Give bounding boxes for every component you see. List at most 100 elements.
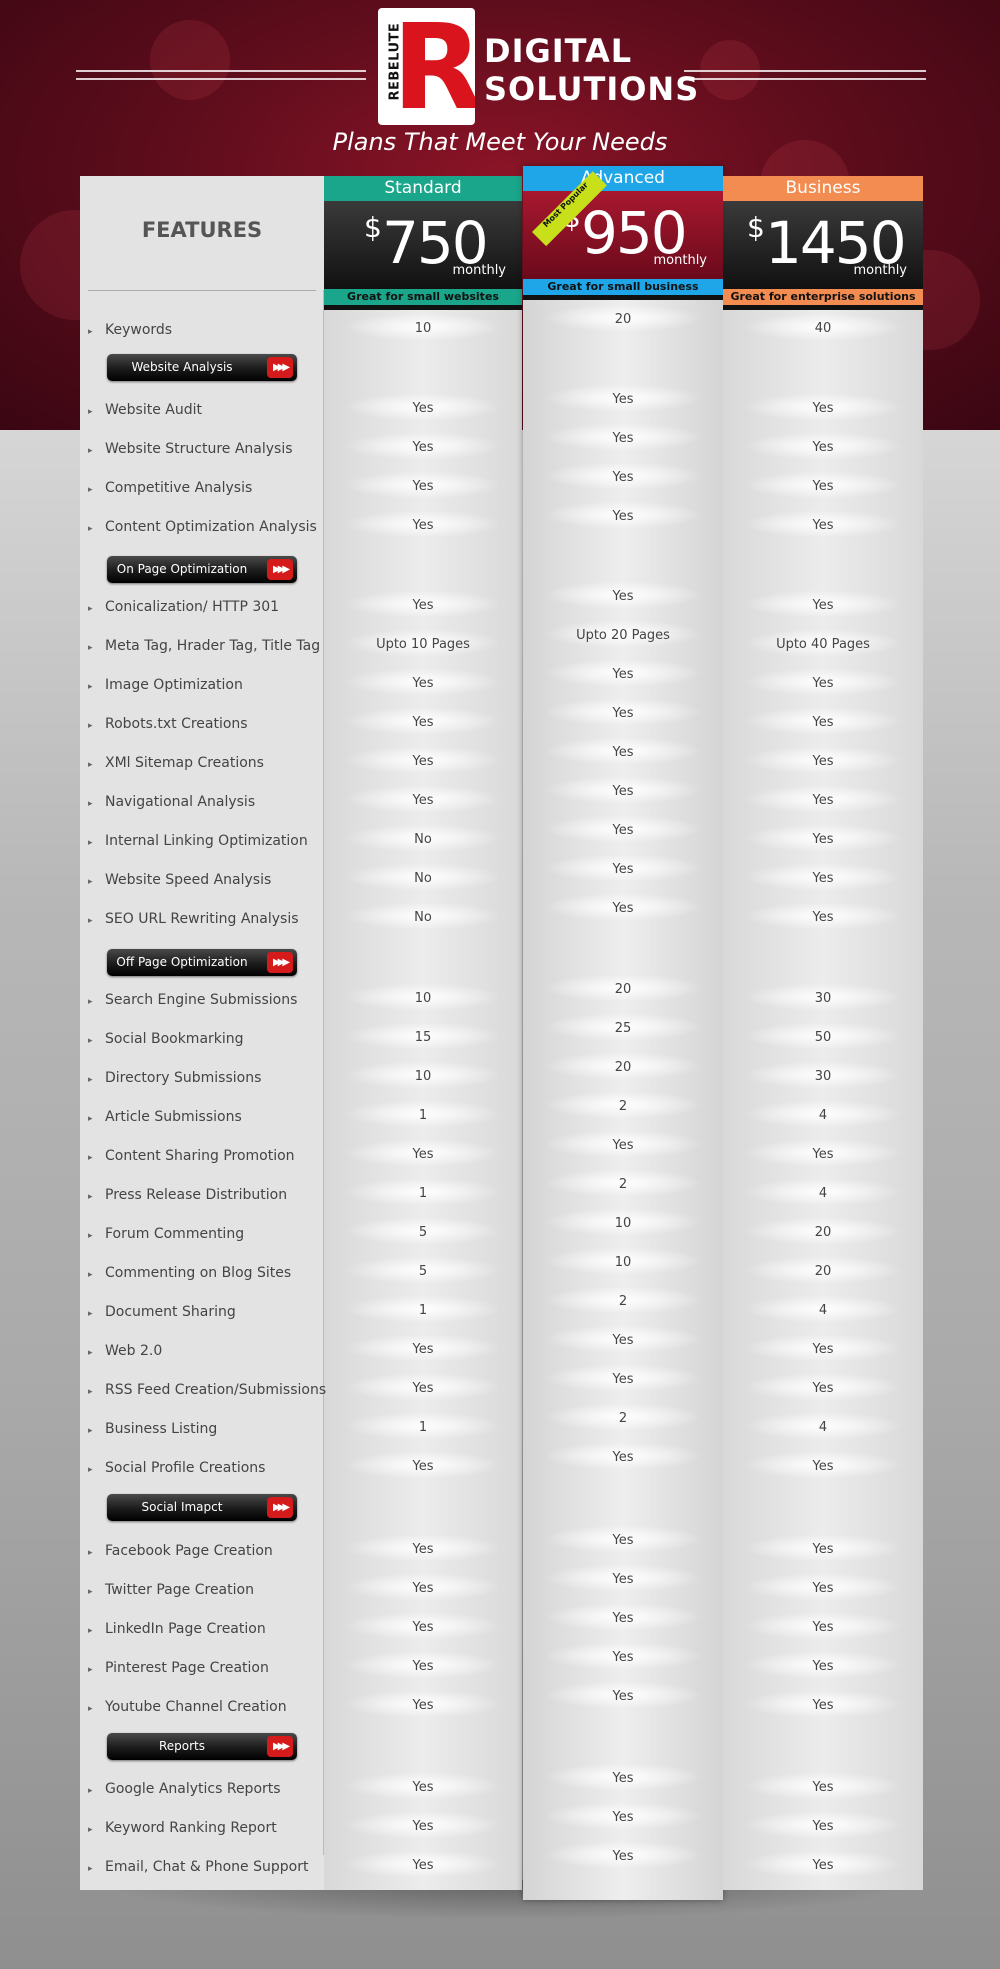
feature-label-text: Twitter Page Creation bbox=[105, 1582, 254, 1598]
plan-value-advanced: Yes bbox=[612, 509, 634, 524]
plan-value-business: 30 bbox=[814, 991, 832, 1006]
plan-value-business: Yes bbox=[812, 832, 834, 847]
plan-value-standard: Yes bbox=[412, 1698, 434, 1713]
section-header-on-page-optimization: On Page Optimization ▶▶▶ bbox=[107, 556, 297, 583]
plan-value-standard: Yes bbox=[412, 440, 434, 455]
plan-value-business: Yes bbox=[812, 1381, 834, 1396]
plan-value-standard: 5 bbox=[418, 1264, 428, 1279]
bullet-icon: ▸ bbox=[88, 1036, 93, 1046]
plan-value-business: Yes bbox=[812, 871, 834, 886]
feature-label: ▸ Google Analytics Reports bbox=[88, 1781, 328, 1797]
plan-value-standard: Upto 10 Pages bbox=[376, 637, 470, 652]
plan-header-underline bbox=[523, 295, 723, 300]
feature-label: ▸ Forum Commenting bbox=[88, 1226, 328, 1242]
plan-value-standard: Yes bbox=[412, 1147, 434, 1162]
section-header-website-analysis: Website Analysis ▶▶▶ bbox=[107, 354, 297, 381]
plan-value-business: Yes bbox=[812, 1819, 834, 1834]
plan-value-advanced: 2 bbox=[618, 1294, 628, 1309]
plan-value-advanced: Yes bbox=[612, 1611, 634, 1626]
feature-label-text: Web 2.0 bbox=[105, 1343, 163, 1359]
plan-value-advanced: Yes bbox=[612, 1689, 634, 1704]
bullet-icon: ▸ bbox=[88, 1426, 93, 1436]
feature-label-text: Competitive Analysis bbox=[105, 480, 253, 496]
plan-value-standard: Yes bbox=[412, 598, 434, 613]
plan-value-advanced: Yes bbox=[612, 706, 634, 721]
bullet-icon: ▸ bbox=[88, 1587, 93, 1597]
plan-value-advanced: Yes bbox=[612, 589, 634, 604]
plan-value-standard: Yes bbox=[412, 1381, 434, 1396]
bokeh-light bbox=[150, 20, 230, 100]
section-header-social-imapct: Social Imapct ▶▶▶ bbox=[107, 1494, 297, 1521]
bullet-icon: ▸ bbox=[88, 1626, 93, 1636]
feature-label: ▸ Commenting on Blog Sites bbox=[88, 1265, 328, 1281]
bullet-icon: ▸ bbox=[88, 721, 93, 731]
feature-label-text: Google Analytics Reports bbox=[105, 1781, 281, 1797]
feature-label: ▸ Web 2.0 bbox=[88, 1343, 328, 1359]
plan-tagline: Great for enterprise solutions bbox=[723, 289, 923, 305]
plan-value-business: 4 bbox=[818, 1420, 828, 1435]
feature-label-text: Document Sharing bbox=[105, 1304, 236, 1320]
feature-label-text: XMl Sitemap Creations bbox=[105, 755, 264, 771]
plan-value-standard: 1 bbox=[418, 1420, 428, 1435]
bullet-icon: ▸ bbox=[88, 327, 93, 337]
plan-value-business: 50 bbox=[814, 1030, 832, 1045]
plan-value-advanced: 10 bbox=[614, 1216, 632, 1231]
plan-value-business: Yes bbox=[812, 1342, 834, 1357]
section-header-label: Reports bbox=[158, 1739, 206, 1753]
feature-label: ▸ Business Listing bbox=[88, 1421, 328, 1437]
arrow-icon: ▶▶▶ bbox=[267, 1497, 293, 1518]
plan-value-business: Yes bbox=[812, 1542, 834, 1557]
bullet-icon: ▸ bbox=[88, 485, 93, 495]
plan-tagline: Great for small websites bbox=[324, 289, 522, 305]
feature-label-text: Press Release Distribution bbox=[105, 1187, 288, 1203]
feature-label-text: Business Listing bbox=[105, 1421, 218, 1437]
plan-value-standard: Yes bbox=[412, 401, 434, 416]
plan-header-underline bbox=[324, 305, 522, 310]
plan-name: Advanced bbox=[523, 166, 723, 191]
plan-value-standard: Yes bbox=[412, 479, 434, 494]
bullet-icon: ▸ bbox=[88, 1864, 93, 1874]
bullet-icon: ▸ bbox=[88, 1114, 93, 1124]
feature-label-text: LinkedIn Page Creation bbox=[105, 1621, 266, 1637]
plan-value-standard: Yes bbox=[412, 518, 434, 533]
plan-value-advanced: 20 bbox=[614, 312, 632, 327]
plan-value-advanced: Yes bbox=[612, 901, 634, 916]
feature-label-text: Pinterest Page Creation bbox=[105, 1660, 269, 1676]
plan-value-advanced: Yes bbox=[612, 1572, 634, 1587]
plan-value-standard: 1 bbox=[418, 1186, 428, 1201]
feature-label: ▸ XMl Sitemap Creations bbox=[88, 755, 328, 771]
plan-value-business: Yes bbox=[812, 1459, 834, 1474]
bullet-icon: ▸ bbox=[88, 1387, 93, 1397]
feature-label: ▸ Conicalization/ HTTP 301 bbox=[88, 599, 328, 615]
feature-label: ▸ SEO URL Rewriting Analysis bbox=[88, 911, 328, 927]
feature-label: ▸ LinkedIn Page Creation bbox=[88, 1621, 328, 1637]
feature-label-text: Robots.txt Creations bbox=[105, 716, 248, 732]
brand-line-1: DIGITAL bbox=[484, 32, 633, 70]
feature-label-text: Navigational Analysis bbox=[105, 794, 256, 810]
decorative-lines-right bbox=[684, 70, 926, 80]
tagline: Plans That Meet Your Needs bbox=[332, 128, 668, 156]
plan-value-advanced: Yes bbox=[612, 1333, 634, 1348]
plan-value-standard: Yes bbox=[412, 1819, 434, 1834]
plan-value-advanced: Yes bbox=[612, 784, 634, 799]
bullet-icon: ▸ bbox=[88, 524, 93, 534]
feature-label-text: Youtube Channel Creation bbox=[105, 1699, 287, 1715]
plan-value-business: Yes bbox=[812, 793, 834, 808]
feature-label: ▸ Website Audit bbox=[88, 402, 328, 418]
feature-label-text: Directory Submissions bbox=[105, 1070, 262, 1086]
feature-label-text: Keyword Ranking Report bbox=[105, 1820, 277, 1836]
price-currency: $ bbox=[364, 211, 382, 244]
feature-label-text: Internal Linking Optimization bbox=[105, 833, 308, 849]
plan-value-advanced: Yes bbox=[612, 745, 634, 760]
feature-label-text: Website Structure Analysis bbox=[105, 441, 293, 457]
plan-value-standard: Yes bbox=[412, 1342, 434, 1357]
feature-label: ▸ Content Optimization Analysis bbox=[88, 519, 328, 535]
feature-label: ▸ Email, Chat & Phone Support bbox=[88, 1859, 328, 1875]
feature-label: ▸ Search Engine Submissions bbox=[88, 992, 328, 1008]
plan-value-advanced: Yes bbox=[612, 431, 634, 446]
bullet-icon: ▸ bbox=[88, 1786, 93, 1796]
plan-value-standard: Yes bbox=[412, 715, 434, 730]
plan-value-advanced: Yes bbox=[612, 1810, 634, 1825]
feature-label: ▸ Meta Tag, Hrader Tag, Title Tag bbox=[88, 638, 328, 654]
plan-value-standard: Yes bbox=[412, 676, 434, 691]
